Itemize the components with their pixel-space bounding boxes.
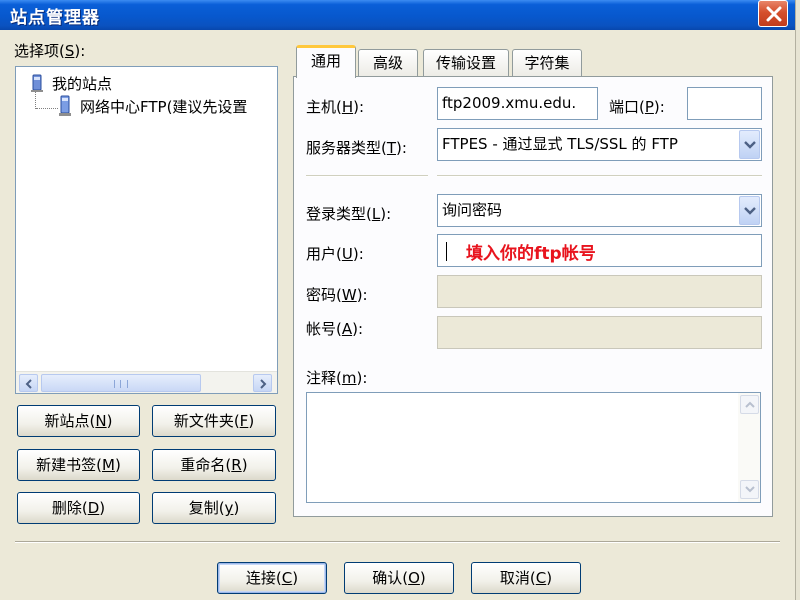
account-label: 帐号(A): xyxy=(306,320,364,338)
cancel-button[interactable]: 取消(C) xyxy=(471,562,581,594)
horizontal-scrollbar[interactable] xyxy=(16,371,277,393)
chevron-down-icon xyxy=(744,141,756,149)
vertical-scrollbar[interactable] xyxy=(738,393,760,502)
logon-type-dropdown-button[interactable] xyxy=(739,196,760,225)
rename-button[interactable]: 重命名(R) xyxy=(152,449,276,481)
port-input[interactable] xyxy=(687,87,762,120)
user-label: 用户(U): xyxy=(306,245,364,263)
close-icon xyxy=(766,6,782,22)
host-input[interactable]: ftp2009.xmu.edu. xyxy=(437,87,598,120)
footer-separator xyxy=(15,541,780,543)
tree-item-my-sites[interactable]: 我的站点 xyxy=(52,73,112,94)
scroll-right-button[interactable] xyxy=(253,374,272,392)
select-entry-label: 选择项(S): xyxy=(14,42,86,60)
tab-transfer-settings[interactable]: 传输设置 xyxy=(423,49,509,77)
tree-item-site[interactable]: 网络中心FTP(建议先设置 xyxy=(80,96,247,117)
window-title: 站点管理器 xyxy=(10,8,100,28)
window-edge xyxy=(795,0,800,600)
close-button[interactable] xyxy=(758,0,788,27)
tab-charset[interactable]: 字符集 xyxy=(512,49,582,77)
site-tree[interactable]: 我的站点 网络中心FTP(建议先设置 xyxy=(15,66,278,394)
comments-label: 注释(m): xyxy=(306,369,368,387)
tab-advanced[interactable]: 高级 xyxy=(358,49,418,77)
port-label: 端口(P): xyxy=(609,98,665,116)
new-folder-button[interactable]: 新文件夹(F) xyxy=(152,405,276,437)
server-type-value: FTPES - 通过显式 TLS/SSL 的 FTP xyxy=(442,135,678,153)
logon-type-select[interactable]: 询问密码 xyxy=(437,194,762,227)
comments-textarea[interactable] xyxy=(306,392,761,503)
separator xyxy=(306,175,428,177)
server-icon xyxy=(59,95,71,116)
password-label: 密码(W): xyxy=(306,286,368,304)
scroll-up-button[interactable] xyxy=(740,395,759,414)
chevron-down-icon xyxy=(745,486,755,493)
new-bookmark-button[interactable]: 新建书签(M) xyxy=(17,449,140,481)
tab-general[interactable]: 通用 xyxy=(296,45,356,78)
ok-button[interactable]: 确认(O) xyxy=(344,562,454,594)
password-input xyxy=(437,275,762,308)
site-folder-icon xyxy=(31,74,43,92)
chevron-right-icon xyxy=(260,379,267,389)
connect-button[interactable]: 连接(C) xyxy=(217,562,327,594)
host-label: 主机(H): xyxy=(306,98,365,116)
scroll-thumb[interactable] xyxy=(41,374,201,392)
account-input xyxy=(437,316,762,349)
logon-type-value: 询问密码 xyxy=(442,201,503,219)
chevron-left-icon xyxy=(25,379,32,389)
separator xyxy=(437,175,762,177)
title-bar: 站点管理器 xyxy=(0,0,800,30)
new-site-button[interactable]: 新站点(N) xyxy=(17,405,140,437)
text-caret xyxy=(446,242,447,261)
scroll-left-button[interactable] xyxy=(19,374,38,392)
server-type-select[interactable]: FTPES - 通过显式 TLS/SSL 的 FTP xyxy=(437,128,762,161)
chevron-up-icon xyxy=(745,401,755,408)
delete-button[interactable]: 删除(D) xyxy=(17,492,140,524)
logon-type-label: 登录类型(L): xyxy=(306,205,392,223)
scroll-grip xyxy=(114,380,128,388)
server-type-dropdown-button[interactable] xyxy=(739,130,760,159)
server-type-label: 服务器类型(T): xyxy=(306,139,407,157)
chevron-down-icon xyxy=(744,207,756,215)
scroll-down-button[interactable] xyxy=(740,480,759,499)
tree-line xyxy=(36,108,58,109)
copy-button[interactable]: 复制(y) xyxy=(152,492,276,524)
user-hint-annotation: 填入你的ftp帐号 xyxy=(466,244,596,264)
